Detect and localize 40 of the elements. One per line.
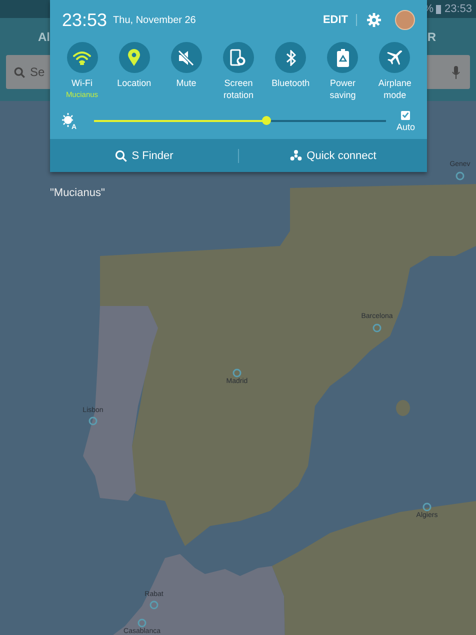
battery-icon xyxy=(436,4,442,14)
city-marker-icon xyxy=(138,618,146,628)
search-icon xyxy=(114,150,127,162)
status-time: 23:53 xyxy=(444,3,472,15)
city-marker-icon xyxy=(232,368,242,378)
airplane-icon xyxy=(386,48,404,66)
tab[interactable]: Al xyxy=(38,30,50,44)
quick-setting-toggle[interactable]: Power saving xyxy=(316,42,369,101)
city-marker-icon xyxy=(422,502,432,512)
battery-recycle-icon xyxy=(336,48,349,66)
city-marker-icon xyxy=(88,416,98,426)
wifi-icon xyxy=(73,50,91,64)
settings-icon[interactable] xyxy=(367,13,381,27)
microphone-icon[interactable] xyxy=(452,66,460,78)
quick-setting-toggle[interactable]: Bluetooth xyxy=(264,42,317,101)
city-marker-icon xyxy=(372,324,382,332)
auto-checkbox[interactable]: Auto xyxy=(396,110,415,132)
checkmark-icon xyxy=(402,112,410,118)
quick-action-button[interactable]: S Finder xyxy=(50,139,238,172)
screen-rotation-icon xyxy=(230,48,246,66)
clock-time: 23:53 xyxy=(62,10,108,30)
island xyxy=(396,400,410,416)
quick-setting-toggle[interactable]: Location xyxy=(108,42,160,101)
quick-setting-toggle[interactable]: Mute xyxy=(160,42,212,101)
quick-setting-toggle[interactable]: Screen rotation xyxy=(212,42,264,101)
edit-button[interactable]: EDIT xyxy=(314,14,356,26)
muted-speaker-icon xyxy=(177,50,196,66)
network-label: "Mucianus" xyxy=(50,187,105,199)
date: Thu, November 26 xyxy=(113,14,197,26)
search-icon xyxy=(14,66,25,78)
tab[interactable]: R xyxy=(427,30,436,44)
avatar[interactable] xyxy=(395,10,415,30)
slider-thumb[interactable] xyxy=(262,116,272,125)
city-marker-icon xyxy=(456,172,464,180)
city-marker-icon xyxy=(150,600,158,610)
location-pin-icon xyxy=(128,49,140,66)
quick-setting-toggle[interactable]: Airplane mode xyxy=(368,42,421,101)
quick-connect-icon xyxy=(290,150,302,162)
quick-action-button[interactable]: Quick connect xyxy=(239,139,427,172)
bluetooth-icon xyxy=(286,50,296,66)
